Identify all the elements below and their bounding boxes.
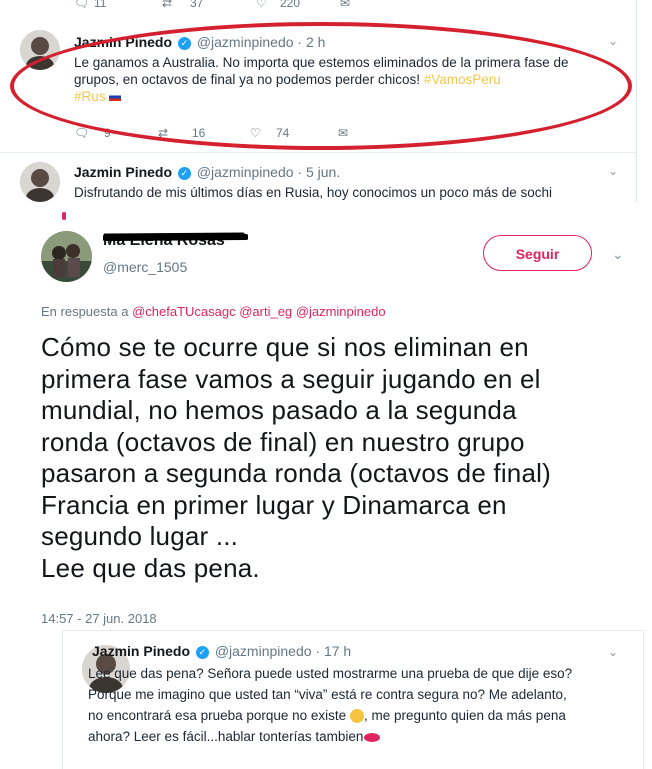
tweet-body: Cómo se te ocurre que si nos eliminan en… <box>41 332 641 584</box>
tweet-time[interactable]: · 5 jun. <box>297 164 340 180</box>
retweet-count: 37 <box>190 0 204 10</box>
reply-line: no encontrará esa prueba porque no exist… <box>88 705 633 726</box>
retweet-icon[interactable]: ⇄ <box>162 0 172 10</box>
author-handle[interactable]: @merc_1505 <box>103 259 187 275</box>
reply-segment: ahora? Leer es fácil...hablar tonterías … <box>88 729 364 744</box>
reply-line: Porque me imagino que usted tan “viva” e… <box>88 687 567 702</box>
redaction-scribble <box>102 232 249 241</box>
tweet-line: Francia en primer lugar y Dinamarca en <box>41 489 507 520</box>
chevron-down-icon[interactable]: ⌄ <box>608 164 618 178</box>
red-circle-annotation <box>10 22 632 150</box>
tweet-text: Disfrutando de mis últimos días en Rusia… <box>74 185 552 200</box>
reply-text: Lee que das pena? Señora puede usted mos… <box>88 663 633 747</box>
reply-icon[interactable]: 🗨 <box>74 0 89 10</box>
reply-context: En respuesta a @chefaTUcasagc @arti_eg @… <box>41 304 386 319</box>
name-redaction-scribble <box>102 229 249 245</box>
verified-icon: ✓ <box>177 166 191 180</box>
avatar-image <box>41 231 92 282</box>
chevron-down-icon[interactable]: ⌄ <box>612 246 624 263</box>
tweet-timestamp[interactable]: 14:57 - 27 jun. 2018 <box>41 611 157 626</box>
tweet-line: Lee que das pena. <box>41 552 260 583</box>
tweet-time[interactable]: · 17 h <box>315 643 351 659</box>
reply-line: ahora? Leer es fácil...hablar tonterías … <box>88 726 633 747</box>
reply-segment: no encontrará esa prueba porque no exist… <box>88 708 347 723</box>
reply-mentions-link[interactable]: @chefaTUcasagc @arti_eg @jazminpinedo <box>132 304 386 319</box>
tweet-line: Cómo se te ocurre que si nos eliminan en <box>41 332 529 362</box>
tweet-line: pasaron a segunda ronda (octavos de fina… <box>41 458 551 488</box>
reply-count: 11 <box>94 0 107 10</box>
embedded-screenshot-panel: 🗨 11 ⇄ 37 ♡ 220 ✉ Jazmin Pinedo ✓ @jazmi… <box>0 0 637 202</box>
tweet-line: primera fase vamos a seguir jugando en e… <box>41 363 541 394</box>
eye-roll-emoji-icon <box>349 709 364 724</box>
message-icon[interactable]: ✉ <box>340 0 350 10</box>
author-name[interactable]: Jazmin Pinedo <box>74 164 172 180</box>
decorative-marker <box>62 212 66 220</box>
tweet-line: mundial, no hemos pasado a la segunda <box>41 395 517 425</box>
author-handle[interactable]: @jazminpinedo <box>197 164 294 180</box>
tweet-line: ronda (octavos de final) en nuestro grup… <box>41 426 525 457</box>
chevron-down-icon[interactable]: ⌄ <box>608 645 618 659</box>
verified-icon: ✓ <box>195 645 209 659</box>
follow-button[interactable]: Seguir <box>483 235 592 271</box>
chevron-down-icon[interactable]: ⌄ <box>608 34 618 48</box>
divider <box>0 152 636 153</box>
tweet-header: Jazmin Pinedo ✓ @jazminpinedo · 5 jun. <box>74 164 340 180</box>
author-name[interactable]: Jazmin Pinedo <box>92 643 190 659</box>
tweet-header: Jazmin Pinedo ✓ @jazminpinedo · 17 h <box>92 643 351 659</box>
tweet-line: segundo lugar ... <box>41 521 239 551</box>
reply-prefix: En respuesta a <box>41 304 129 319</box>
previous-tweet-actions: 🗨 11 ⇄ 37 ♡ 220 ✉ <box>0 0 636 14</box>
kiss-emoji-icon <box>364 732 381 742</box>
avatar-image <box>20 162 60 202</box>
like-icon[interactable]: ♡ <box>256 0 267 10</box>
reply-segment: , me pregunto quien da más pena <box>363 708 566 723</box>
reply-line: Lee que das pena? Señora puede usted mos… <box>88 666 573 681</box>
avatar[interactable] <box>20 162 60 202</box>
author-handle[interactable]: @jazminpinedo <box>215 643 312 659</box>
avatar[interactable] <box>41 231 92 282</box>
like-count: 220 <box>280 0 301 10</box>
